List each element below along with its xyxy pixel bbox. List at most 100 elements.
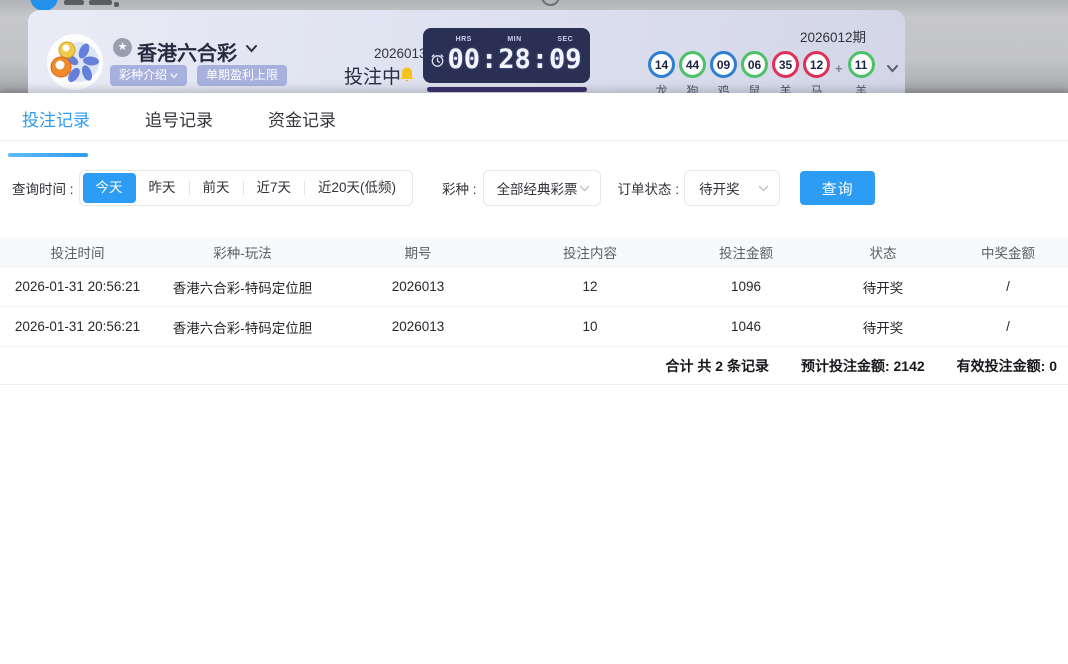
cell-bet-time: 2026-01-31 20:56:21 (0, 279, 155, 294)
ball-zodiac: 龙 (655, 82, 667, 93)
table-header-row: 投注时间 彩种-玩法 期号 投注内容 投注金额 状态 中奖金额 (0, 237, 1068, 267)
profit-cap-button[interactable]: 单期盈利上限 (197, 65, 287, 86)
countdown-timer: HRS 00 : MIN 28 : SEC 09 (423, 28, 590, 83)
order-status-select[interactable]: 待开奖 (684, 170, 780, 206)
favorite-star-icon[interactable]: ★ (113, 38, 132, 57)
cell-prize: / (948, 279, 1068, 294)
cell-status: 待开奖 (818, 277, 948, 297)
timer-hours: 00 (447, 45, 480, 75)
record-tabs: 投注记录 追号记录 资金记录 (0, 93, 1068, 140)
col-game: 彩种-玩法 (155, 242, 330, 262)
cell-status: 待开奖 (818, 317, 948, 337)
ball-number: 14 (648, 51, 675, 78)
ball-zodiac: 羊 (855, 82, 867, 93)
tab-label: 资金记录 (268, 111, 336, 130)
last-draw-results: 14 龙 44 狗 09 鸡 06 鼠 35 羊 12 马 (648, 51, 899, 93)
brand-text-partial (114, 2, 119, 7)
table-summary-row: 合计 共 2 条记录 预计投注金额: 2142 有效投注金额: 0 (0, 347, 1068, 385)
result-ball: 06 鼠 (741, 51, 768, 93)
ball-number: 09 (710, 51, 737, 78)
ball-number: 11 (848, 51, 875, 78)
plus-sign: + (835, 61, 843, 76)
chevron-down-icon[interactable] (886, 64, 899, 73)
time-option-today[interactable]: 今天 (83, 173, 136, 203)
chevron-down-icon (170, 73, 178, 79)
cell-amount: 1096 (674, 279, 818, 294)
chevron-down-icon (758, 185, 769, 192)
ball-number: 12 (803, 51, 830, 78)
brand-logo-icon (30, 0, 58, 10)
alarm-clock-icon (430, 53, 445, 68)
timer-progress-bar (427, 87, 587, 92)
last-issue-label: 2026012期 (800, 26, 900, 46)
cell-game: 香港六合彩-特码定位胆 (155, 317, 330, 337)
cell-issue: 2026013 (330, 319, 506, 334)
col-bet-time: 投注时间 (0, 242, 155, 262)
tab-label: 追号记录 (145, 111, 213, 130)
col-content: 投注内容 (506, 242, 674, 262)
content-panel: 投注记录 追号记录 资金记录 查询时间 : 今天 昨天 前天 近7天 近20天(… (0, 93, 1068, 664)
ball-zodiac: 鸡 (717, 82, 729, 93)
lottery-select[interactable]: 全部经典彩票 (483, 170, 601, 206)
tab-fund-records[interactable]: 资金记录 (268, 93, 336, 131)
cell-content: 10 (506, 319, 674, 334)
ball-number: 44 (679, 51, 706, 78)
lottery-intro-button[interactable]: 彩种介绍 (110, 65, 187, 86)
chevron-down-icon[interactable] (245, 44, 258, 53)
col-amount: 投注金额 (674, 242, 818, 262)
time-filter-label: 查询时间 : (12, 178, 74, 198)
lottery-header-card: ★ 香港六合彩 彩种介绍 单期盈利上限 2026013期 投注中 (28, 10, 905, 93)
time-option-7days[interactable]: 近7天 (244, 173, 305, 203)
col-prize: 中奖金额 (948, 242, 1068, 262)
time-filter-group: 今天 昨天 前天 近7天 近20天(低频) (79, 170, 414, 206)
result-ball: 09 鸡 (710, 51, 737, 93)
ball-number: 06 (741, 51, 768, 78)
timer-minutes: 28 (498, 45, 531, 75)
chevron-down-icon (579, 185, 590, 192)
cell-content: 12 (506, 279, 674, 294)
col-issue: 期号 (330, 242, 506, 262)
tab-chase-records[interactable]: 追号记录 (145, 93, 213, 131)
brand-text-partial (64, 0, 84, 5)
bell-icon[interactable] (399, 66, 415, 83)
navbar-icon-partial (541, 0, 560, 6)
table-row[interactable]: 2026-01-31 20:56:21 香港六合彩-特码定位胆 2026013 … (0, 307, 1068, 347)
result-ball: 12 马 (803, 51, 830, 93)
time-option-yesterday[interactable]: 昨天 (136, 173, 189, 203)
filter-bar: 查询时间 : 今天 昨天 前天 近7天 近20天(低频) 彩种 : 全部经典彩票… (0, 170, 1068, 206)
betting-status-label: 投注中 (344, 62, 401, 89)
result-ball: 35 羊 (772, 51, 799, 93)
order-status-label: 订单状态 : (618, 178, 680, 198)
tab-bet-records[interactable]: 投注记录 (22, 93, 90, 131)
col-status: 状态 (818, 242, 948, 262)
summary-total: 合计 共 2 条记录 (665, 356, 768, 376)
brand-text-partial (89, 0, 112, 5)
ball-zodiac: 狗 (686, 82, 698, 93)
cell-prize: / (948, 319, 1068, 334)
summary-expected-amount: 预计投注金额: 2142 (801, 356, 925, 376)
tabs-divider (0, 140, 1068, 141)
lottery-logo-icon (46, 33, 104, 91)
table-row[interactable]: 2026-01-31 20:56:21 香港六合彩-特码定位胆 2026013 … (0, 267, 1068, 307)
ball-zodiac: 马 (810, 82, 822, 93)
time-option-20days[interactable]: 近20天(低频) (305, 173, 409, 203)
result-ball: 44 狗 (679, 51, 706, 93)
lottery-select-value: 全部经典彩票 (497, 178, 578, 198)
order-status-value: 待开奖 (699, 178, 740, 198)
cell-game: 香港六合彩-特码定位胆 (155, 277, 330, 297)
time-option-daybefore[interactable]: 前天 (190, 173, 243, 203)
summary-valid-amount: 有效投注金额: 0 (957, 356, 1057, 376)
bet-records-table: 投注时间 彩种-玩法 期号 投注内容 投注金额 状态 中奖金额 2026-01-… (0, 237, 1068, 385)
cell-issue: 2026013 (330, 279, 506, 294)
tab-label: 投注记录 (22, 111, 90, 130)
top-navbar-partial (0, 0, 1068, 10)
timer-seconds: 09 (549, 45, 582, 75)
lottery-title: 香港六合彩 (137, 37, 237, 66)
ball-number: 35 (772, 51, 799, 78)
query-button[interactable]: 查询 (800, 171, 875, 205)
lottery-filter-label: 彩种 : (442, 178, 477, 198)
result-ball-special: 11 羊 (848, 51, 875, 93)
ball-zodiac: 鼠 (748, 82, 760, 93)
ball-zodiac: 羊 (779, 82, 791, 93)
cell-amount: 1046 (674, 319, 818, 334)
